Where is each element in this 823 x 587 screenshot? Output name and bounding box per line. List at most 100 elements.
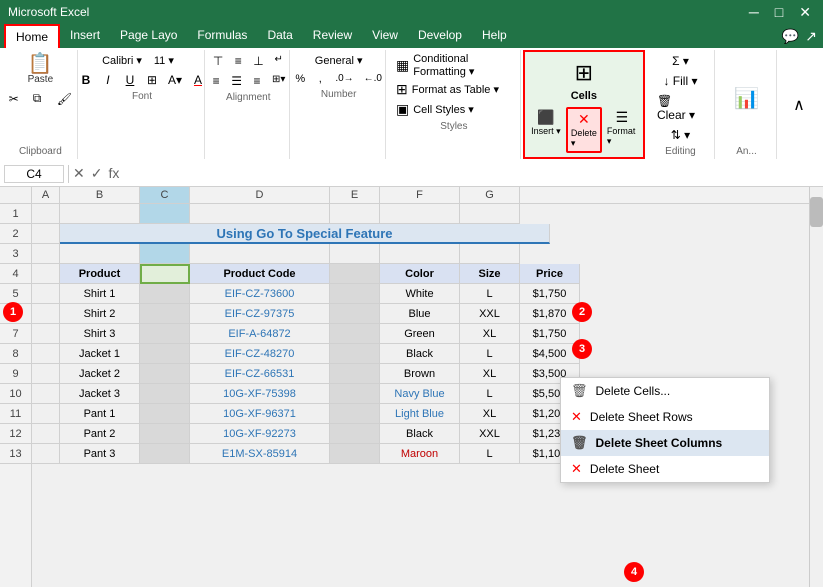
cell-d10[interactable]: 10G-XF-75398 bbox=[190, 384, 330, 404]
delete-sub-btn[interactable]: ✕ Delete ▾ bbox=[566, 107, 602, 153]
cells-icon-btn[interactable]: ⊞ bbox=[566, 58, 602, 88]
cell-b6[interactable]: Shirt 2 bbox=[60, 304, 140, 324]
cell-a5[interactable] bbox=[32, 284, 60, 304]
cell-e13[interactable] bbox=[330, 444, 380, 464]
cell-c12[interactable] bbox=[140, 424, 190, 444]
cell-d7[interactable]: EIF-A-64872 bbox=[190, 324, 330, 344]
insert-function-icon[interactable]: fx bbox=[108, 165, 119, 182]
format-as-table-btn[interactable]: ⊞ Format as Table ▾ bbox=[394, 80, 514, 99]
cell-a1[interactable] bbox=[32, 204, 60, 224]
col-header-g[interactable]: G bbox=[460, 187, 520, 203]
cell-b3[interactable] bbox=[60, 244, 140, 264]
insert-sub-btn[interactable]: ⬛ Insert ▾ bbox=[528, 107, 564, 153]
cell-a12[interactable] bbox=[32, 424, 60, 444]
scrollbar-thumb[interactable] bbox=[810, 197, 823, 227]
cell-g4-size[interactable]: Size bbox=[460, 264, 520, 284]
cell-e1[interactable] bbox=[330, 204, 380, 224]
border-btn[interactable]: ⊞ bbox=[142, 71, 162, 89]
cell-h7[interactable]: $1,750 bbox=[520, 324, 580, 344]
delete-cells-item[interactable]: 🗑 Delete Cells... bbox=[561, 378, 769, 404]
comma-btn[interactable]: , bbox=[311, 71, 329, 87]
tab-formulas[interactable]: Formulas bbox=[187, 24, 257, 48]
cell-d3[interactable] bbox=[190, 244, 330, 264]
maximize-btn[interactable]: □ bbox=[771, 4, 787, 21]
cell-b4-product[interactable]: Product bbox=[60, 264, 140, 284]
cell-e10[interactable] bbox=[330, 384, 380, 404]
cell-a10[interactable] bbox=[32, 384, 60, 404]
fill-btn[interactable]: A▾ bbox=[164, 71, 186, 89]
col-header-d[interactable]: D bbox=[190, 187, 330, 203]
cell-f5[interactable]: White bbox=[380, 284, 460, 304]
conditional-formatting-btn[interactable]: ▦ Conditional Formatting ▾ bbox=[394, 52, 514, 79]
cell-h6[interactable]: $1,870 bbox=[520, 304, 580, 324]
cell-e12[interactable] bbox=[330, 424, 380, 444]
cut-btn[interactable]: ✂ bbox=[5, 89, 25, 108]
cell-a4[interactable] bbox=[32, 264, 60, 284]
merge-btn[interactable]: ⊞▾ bbox=[268, 72, 289, 90]
col-header-f[interactable]: F bbox=[380, 187, 460, 203]
cell-f1[interactable] bbox=[380, 204, 460, 224]
align-center-btn[interactable]: ☰ bbox=[227, 72, 246, 90]
cell-c9[interactable] bbox=[140, 364, 190, 384]
cell-e6[interactable] bbox=[330, 304, 380, 324]
sort-filter-btn[interactable]: ⇅ ▾ bbox=[662, 126, 698, 144]
cell-c7[interactable] bbox=[140, 324, 190, 344]
cell-f12[interactable]: Black bbox=[380, 424, 460, 444]
delete-sheet-rows-item[interactable]: ✕ Delete Sheet Rows bbox=[561, 404, 769, 430]
cell-d1[interactable] bbox=[190, 204, 330, 224]
cell-e5[interactable] bbox=[330, 284, 380, 304]
cell-f13[interactable]: Maroon bbox=[380, 444, 460, 464]
cell-b7[interactable]: Shirt 3 bbox=[60, 324, 140, 344]
clear-btn[interactable]: 🗑 Clear ▾ bbox=[653, 92, 708, 124]
confirm-formula-icon[interactable]: ✓ bbox=[91, 165, 103, 182]
tab-review[interactable]: Review bbox=[303, 24, 362, 48]
cell-g3[interactable] bbox=[460, 244, 520, 264]
cell-g5[interactable]: L bbox=[460, 284, 520, 304]
cell-d13[interactable]: E1M-SX-85914 bbox=[190, 444, 330, 464]
copy-btn[interactable]: ⧉ bbox=[29, 89, 49, 108]
align-left-btn[interactable]: ≡ bbox=[207, 72, 225, 90]
cell-e11[interactable] bbox=[330, 404, 380, 424]
cell-e4[interactable] bbox=[330, 264, 380, 284]
cell-a3[interactable] bbox=[32, 244, 60, 264]
cell-f9[interactable]: Brown bbox=[380, 364, 460, 384]
font-color-btn[interactable]: A bbox=[188, 71, 208, 89]
font-size-btn[interactable]: 11 ▾ bbox=[150, 52, 186, 69]
col-header-a[interactable]: A bbox=[32, 187, 60, 203]
cell-c4[interactable] bbox=[140, 264, 190, 284]
cell-b12[interactable]: Pant 2 bbox=[60, 424, 140, 444]
vertical-scrollbar[interactable] bbox=[809, 187, 823, 587]
tab-help[interactable]: Help bbox=[472, 24, 517, 48]
wrap-btn[interactable]: ↵ bbox=[270, 52, 288, 70]
cell-g11[interactable]: XL bbox=[460, 404, 520, 424]
cell-g8[interactable]: L bbox=[460, 344, 520, 364]
cell-f4-color[interactable]: Color bbox=[380, 264, 460, 284]
italic-btn[interactable]: I bbox=[98, 71, 118, 89]
ribbon-collapse-btn[interactable]: ∧ bbox=[781, 93, 817, 117]
col-header-e[interactable]: E bbox=[330, 187, 380, 203]
cell-a9[interactable] bbox=[32, 364, 60, 384]
cell-f6[interactable]: Blue bbox=[380, 304, 460, 324]
bold-btn[interactable]: B bbox=[76, 71, 96, 89]
cell-c3[interactable] bbox=[140, 244, 190, 264]
cell-d8[interactable]: EIF-CZ-48270 bbox=[190, 344, 330, 364]
cell-f11[interactable]: Light Blue bbox=[380, 404, 460, 424]
cell-c8[interactable] bbox=[140, 344, 190, 364]
cell-f7[interactable]: Green bbox=[380, 324, 460, 344]
cell-h5[interactable]: $1,750 bbox=[520, 284, 580, 304]
percent-btn[interactable]: % bbox=[291, 71, 309, 87]
tab-insert[interactable]: Insert bbox=[60, 24, 110, 48]
cell-b13[interactable]: Pant 3 bbox=[60, 444, 140, 464]
cell-c10[interactable] bbox=[140, 384, 190, 404]
paste-btn[interactable]: 📋 Paste bbox=[22, 52, 58, 87]
cell-d5[interactable]: EIF-CZ-73600 bbox=[190, 284, 330, 304]
decrease-decimal-btn[interactable]: ←.0 bbox=[360, 71, 386, 87]
cell-a13[interactable] bbox=[32, 444, 60, 464]
cell-styles-btn[interactable]: ▣ Cell Styles ▾ bbox=[394, 100, 514, 119]
cell-a7[interactable] bbox=[32, 324, 60, 344]
cell-b10[interactable]: Jacket 3 bbox=[60, 384, 140, 404]
cell-g1[interactable] bbox=[460, 204, 520, 224]
cell-f8[interactable]: Black bbox=[380, 344, 460, 364]
cell-b8[interactable]: Jacket 1 bbox=[60, 344, 140, 364]
tab-developer[interactable]: Develop bbox=[408, 24, 472, 48]
